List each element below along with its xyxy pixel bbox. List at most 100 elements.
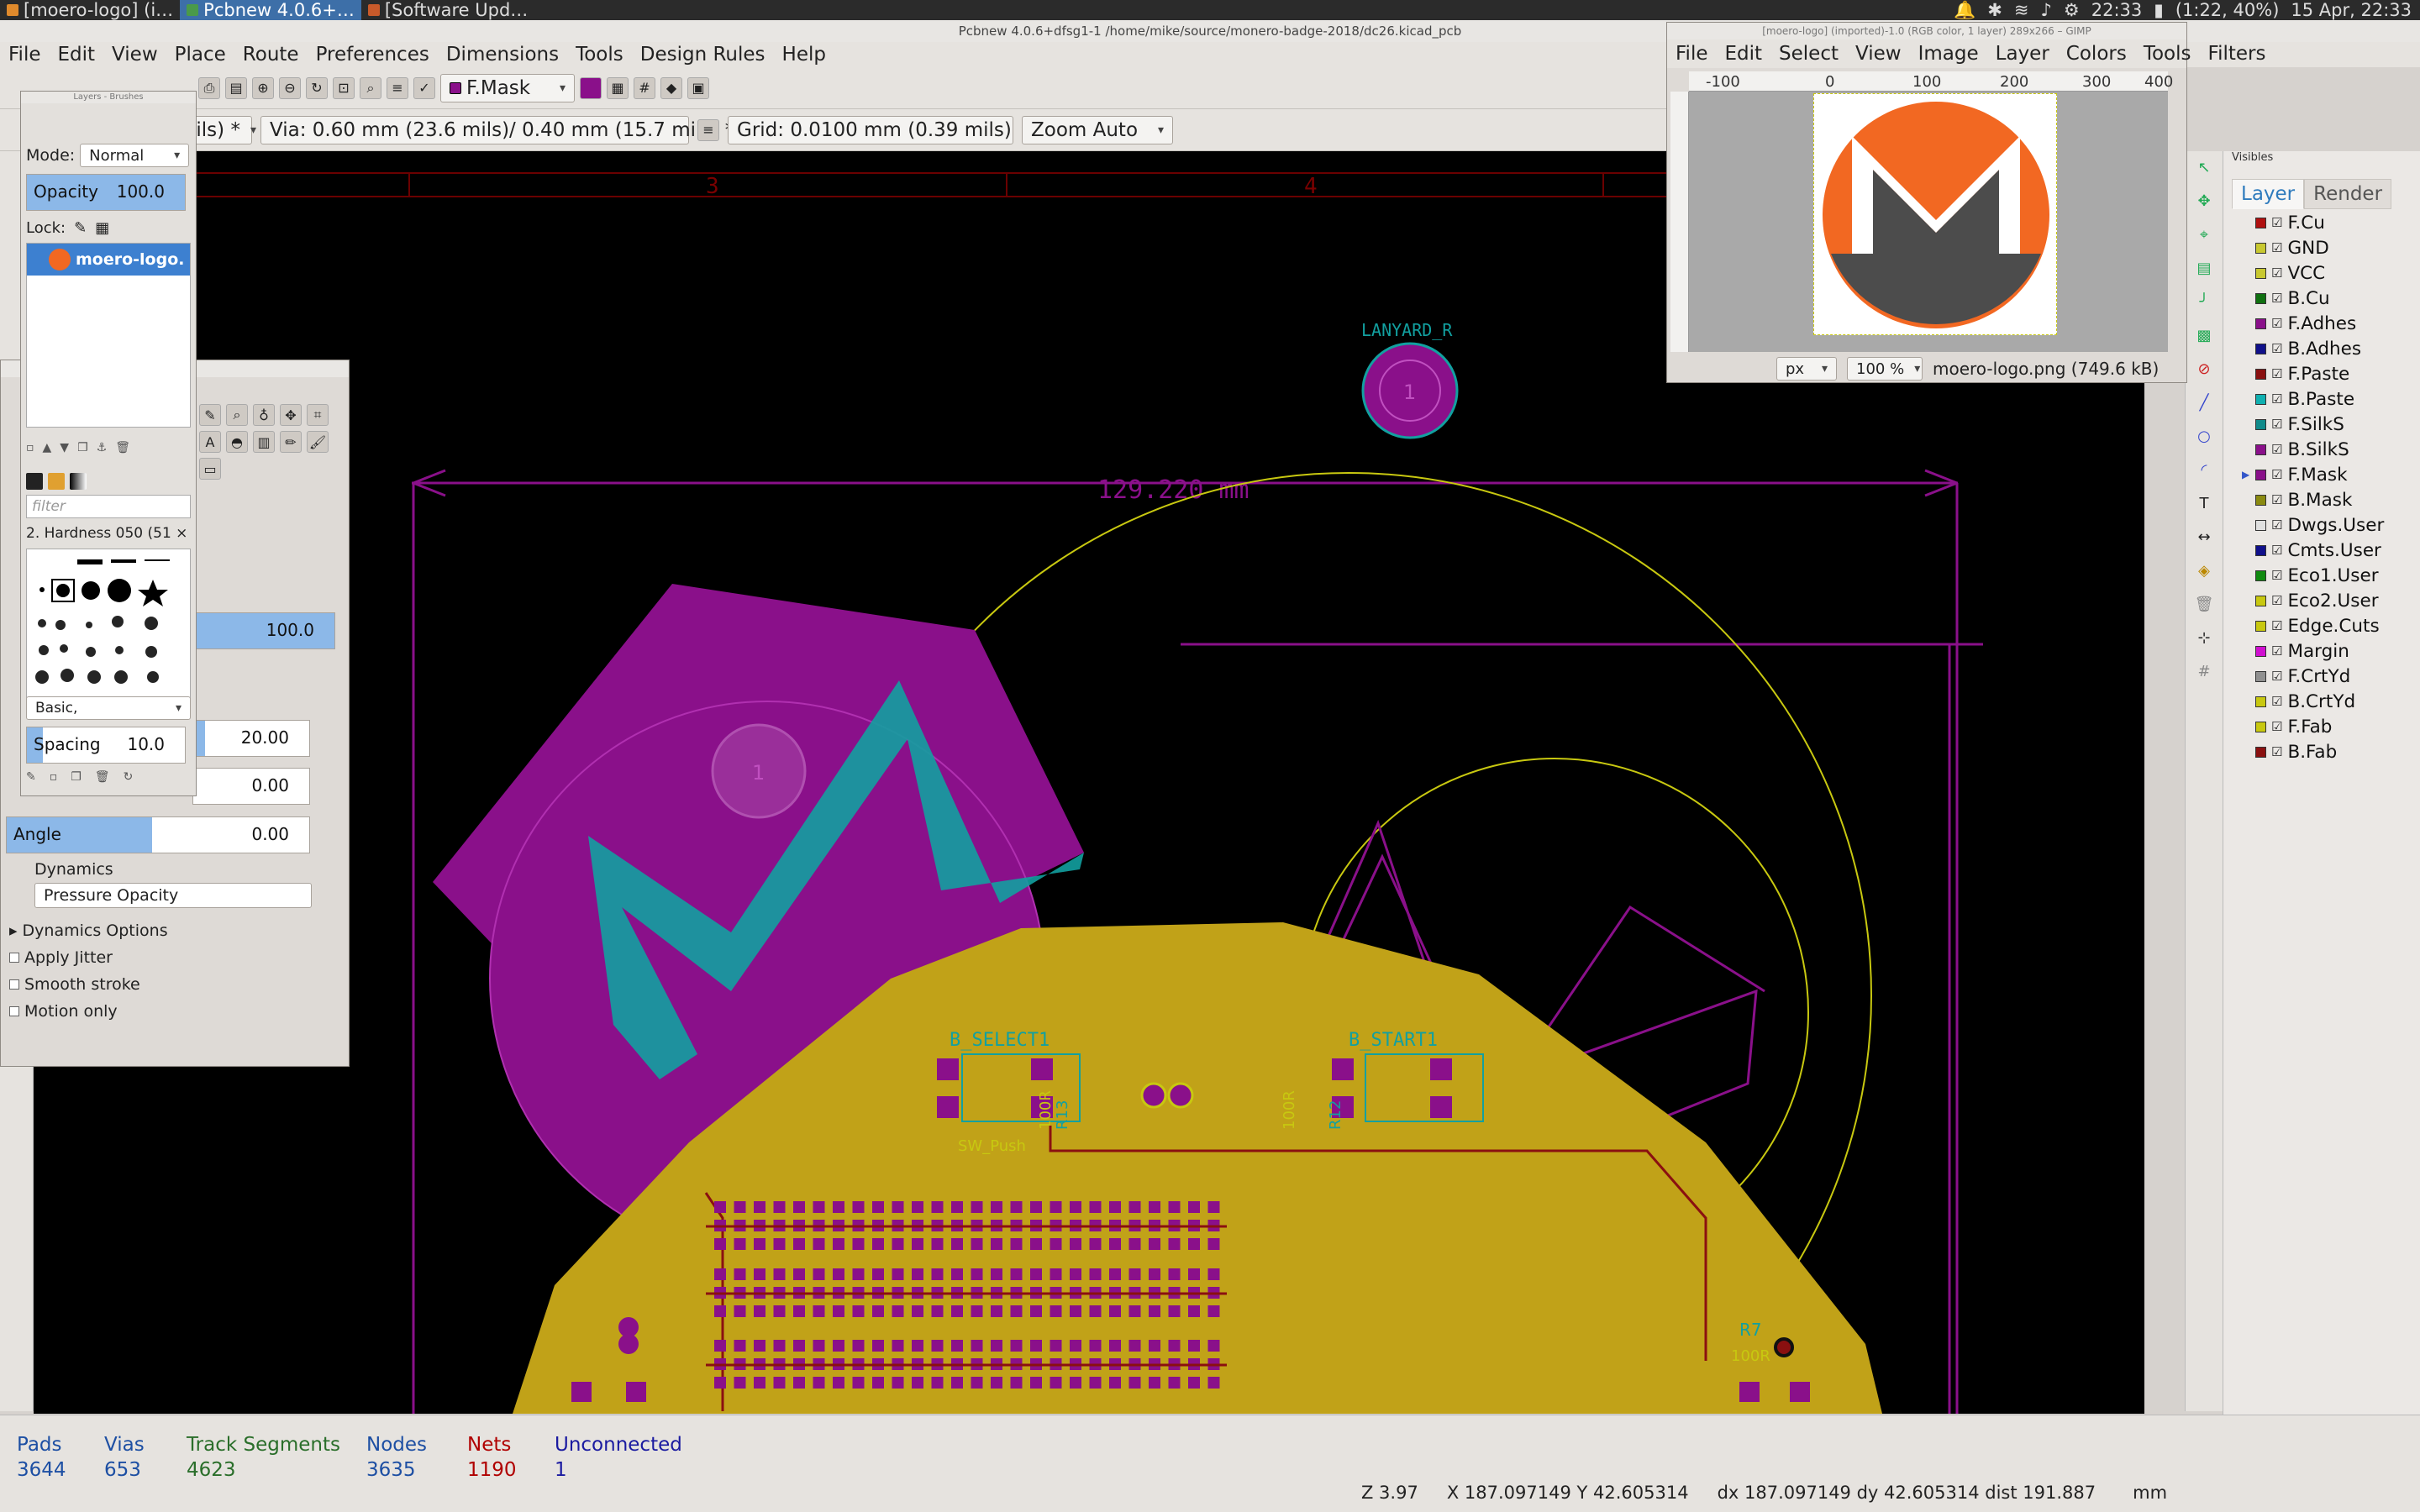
layer-row-f-silks[interactable]: ☑ F.SilkS: [2242, 412, 2414, 437]
menu-route[interactable]: Route: [234, 44, 308, 66]
layer-visibility-checkbox[interactable]: ☑: [2271, 543, 2282, 558]
anchor-layer-icon[interactable]: ⚓: [97, 441, 108, 461]
layer-visibility-checkbox[interactable]: ☑: [2271, 593, 2282, 608]
layer-select[interactable]: F.Mask ▾: [440, 73, 575, 102]
layer-visibility-checkbox[interactable]: ☑: [2271, 467, 2282, 482]
tab-render[interactable]: Render: [2304, 179, 2392, 209]
layer-row-f-fab[interactable]: ☑ F.Fab: [2242, 714, 2414, 739]
grid-origin-icon[interactable]: #: [2192, 660, 2216, 682]
layer-name[interactable]: B.Fab: [2287, 742, 2337, 763]
date-clock[interactable]: 15 Apr, 22:33: [2291, 0, 2412, 20]
layer-visibility-checkbox[interactable]: ☑: [2271, 391, 2282, 407]
layer-name[interactable]: F.Paste: [2287, 364, 2349, 385]
bluetooth-icon[interactable]: ✱: [1987, 0, 2002, 20]
drc-icon[interactable]: ✓: [413, 76, 435, 99]
layer-color-swatch[interactable]: [2255, 318, 2266, 329]
unit-select[interactable]: px ▾: [1776, 357, 1837, 381]
keepout-icon[interactable]: ⊘: [2192, 358, 2216, 380]
crop-icon[interactable]: ⌗: [307, 404, 329, 426]
layer-color-swatch[interactable]: [2255, 393, 2266, 405]
layer-visibility-checkbox[interactable]: ☑: [2271, 618, 2282, 633]
layer-color-swatch[interactable]: [2255, 267, 2266, 279]
zoom-select[interactable]: 100 % ▾: [1847, 357, 1923, 381]
add-target-icon[interactable]: ◈: [2192, 559, 2216, 581]
add-footprint-icon[interactable]: ▤: [2192, 257, 2216, 279]
layer-color-swatch[interactable]: [2255, 469, 2266, 480]
apply-jitter-checkbox[interactable]: Apply Jitter: [9, 948, 113, 967]
lock-alpha-icon[interactable]: ▦: [95, 219, 109, 237]
warning-icon[interactable]: ◆: [660, 76, 682, 99]
layer-name[interactable]: F.Fab: [2287, 717, 2332, 738]
add-zone-icon[interactable]: ▩: [2192, 324, 2216, 346]
layer-color-swatch[interactable]: [2255, 595, 2266, 606]
delete-icon[interactable]: 🗑: [2192, 593, 2216, 615]
zoom-select[interactable]: Zoom Auto ▾: [1022, 115, 1173, 144]
dynamics-select[interactable]: Pressure Opacity: [34, 883, 312, 908]
layer-row-f-crtyd[interactable]: ☑ F.CrtYd: [2242, 664, 2414, 689]
layer-visibility-checkbox[interactable]: ☑: [2271, 442, 2282, 457]
print-icon[interactable]: ⎙: [198, 76, 220, 99]
gimp-menu-filters[interactable]: Filters: [2200, 43, 2275, 65]
gimp-menu-select[interactable]: Select: [1770, 43, 1847, 65]
layer-name[interactable]: VCC: [2287, 263, 2325, 284]
add-text-icon[interactable]: T: [2192, 492, 2216, 514]
edit-brush-icon[interactable]: ✎: [26, 770, 36, 790]
layer-color-swatch[interactable]: [2255, 494, 2266, 506]
find-icon[interactable]: ⌕: [360, 76, 381, 99]
layer-row-b-adhes[interactable]: ☑ B.Adhes: [2242, 336, 2414, 361]
gimp-menu-tools[interactable]: Tools: [2135, 43, 2200, 65]
gimp-menu-image[interactable]: Image: [1910, 43, 1987, 65]
layer-color-swatch[interactable]: [2255, 721, 2266, 732]
brush-filter-input[interactable]: filter: [26, 495, 191, 518]
opacity-slider[interactable]: 100.0: [192, 612, 335, 649]
layer-row-b-mask[interactable]: ☑ B.Mask: [2242, 487, 2414, 512]
add-dimension-icon[interactable]: ↔: [2192, 526, 2216, 548]
layer-row-f-mask[interactable]: ▶ ☑ F.Mask: [2242, 462, 2414, 487]
layer-visibility-checkbox[interactable]: ☑: [2271, 744, 2282, 759]
layer-color-swatch[interactable]: [2255, 620, 2266, 632]
checkbox[interactable]: [9, 979, 19, 990]
menu-file[interactable]: File: [0, 44, 50, 66]
zoom-out-icon[interactable]: ⊖: [279, 76, 301, 99]
layer-opacity-slider[interactable]: Opacity 100.0: [26, 174, 186, 211]
eraser-icon[interactable]: ▭: [199, 458, 221, 480]
layer-name[interactable]: B.Adhes: [2287, 339, 2361, 360]
layer-name[interactable]: F.Cu: [2287, 213, 2324, 234]
pattern-tab-icon[interactable]: [48, 473, 65, 490]
menu-view[interactable]: View: [103, 44, 166, 66]
layer-color-swatch[interactable]: [2255, 696, 2266, 707]
layer-pair-icon[interactable]: [580, 76, 602, 99]
angle-slider[interactable]: Angle 0.00: [6, 816, 310, 853]
layer-row-eco1-user[interactable]: ☑ Eco1.User: [2242, 563, 2414, 588]
pencil-icon[interactable]: ✏: [280, 431, 302, 453]
gimp-menu-colors[interactable]: Colors: [2058, 43, 2135, 65]
brush-set-select[interactable]: Basic, ▾: [26, 696, 191, 720]
layer-name[interactable]: B.Mask: [2287, 490, 2352, 511]
layer-color-swatch[interactable]: [2255, 444, 2266, 455]
layer-name[interactable]: B.SilkS: [2287, 439, 2349, 460]
clone-icon[interactable]: ♁: [253, 404, 275, 426]
layer-color-swatch[interactable]: [2255, 670, 2266, 682]
size-slider[interactable]: 20.00: [192, 720, 310, 757]
battery-status[interactable]: (1:22, 40%): [2175, 0, 2280, 20]
task-gimp[interactable]: [moero-logo] (i…: [0, 0, 180, 20]
layer-row-b-crtyd[interactable]: ☑ B.CrtYd: [2242, 689, 2414, 714]
layer-visibility-checkbox[interactable]: ☑: [2271, 341, 2282, 356]
gimp-menu-file[interactable]: File: [1667, 43, 1717, 65]
layer-row-gnd[interactable]: ☑ GND: [2242, 235, 2414, 260]
spacing-slider[interactable]: Spacing 10.0: [26, 727, 186, 764]
layer-name[interactable]: F.CrtYd: [2287, 666, 2350, 687]
layer-name[interactable]: B.Paste: [2287, 389, 2354, 410]
layer-color-swatch[interactable]: [2255, 217, 2266, 228]
duplicate-layer-icon[interactable]: ❐: [77, 441, 88, 461]
grid-select[interactable]: Grid: 0.0100 mm (0.39 mils) ▾: [728, 115, 1028, 144]
netlist-icon[interactable]: ≡: [387, 76, 408, 99]
auto-track-width-icon[interactable]: ≡: [697, 118, 719, 141]
zoom-tool-icon[interactable]: ⌕: [226, 404, 248, 426]
delete-brush-icon[interactable]: 🗑: [95, 770, 110, 790]
lower-layer-icon[interactable]: ▼: [60, 441, 69, 461]
add-circle-icon[interactable]: ○: [2192, 425, 2216, 447]
lock-paint-icon[interactable]: ✎: [74, 219, 87, 237]
layer-name[interactable]: F.Adhes: [2287, 313, 2356, 334]
layer-row-edge-cuts[interactable]: ☑ Edge.Cuts: [2242, 613, 2414, 638]
